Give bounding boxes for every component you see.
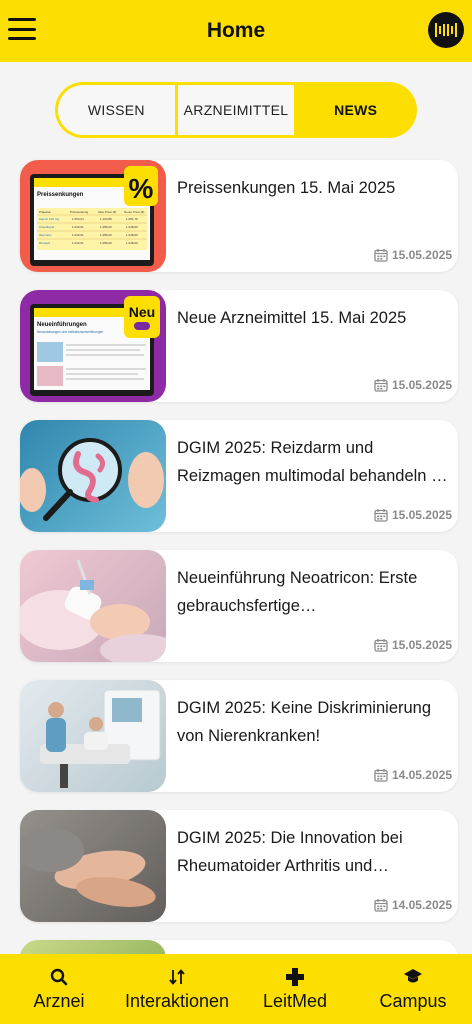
svg-text:1.048,00: 1.048,00 [126,225,138,229]
news-date: 15.05.2025 [374,508,452,522]
calendar-icon [374,379,388,392]
news-thumbnail [20,810,166,922]
graduation-cap-icon [404,968,422,982]
svg-text:1.086,00: 1.086,00 [100,241,112,245]
calendar-icon [374,899,388,912]
app-header: Home [0,0,472,62]
svg-text:Präparat: Präparat [39,210,51,214]
sound-wave-icon [435,23,457,37]
svg-text:Aspirin 100 mg: Aspirin 100 mg [39,217,59,221]
thumb-badge: Neu [129,304,155,320]
content-tabs: WISSEN ARZNEIMITTEL NEWS [55,82,417,138]
thumb-heading: Neueinführungen [37,322,87,328]
svg-text:Ibuprofen: Ibuprofen [39,233,52,237]
search-icon [50,968,68,985]
svg-text:1.042,01: 1.042,01 [72,241,84,245]
calendar-icon [374,639,388,652]
svg-text:Neuzulassungen und Indikations: Neuzulassungen und Indikationserweiterun… [37,330,104,334]
svg-text:1.042,01: 1.042,01 [72,225,84,229]
svg-text:1.086,00: 1.086,00 [100,233,112,237]
news-thumbnail: % Preissenkungen Präparat Preissenkung A… [20,160,166,272]
news-item[interactable]: % Preissenkungen Präparat Preissenkung A… [20,160,458,272]
news-title: Preissenkungen 15. Mai 2025 [177,179,396,197]
swap-arrows-icon [169,968,185,985]
nav-label: Arznei [33,990,85,1011]
tab-news[interactable]: NEWS [297,85,414,135]
news-item[interactable]: Neu Neueinführungen Neuzulassungen und I… [20,290,458,402]
hamburger-menu-icon[interactable] [8,18,36,40]
news-item[interactable]: DGIM 2025: Die Innovation bei Rheumatoid… [20,810,458,922]
news-title: Neue Arzneimittel 15. Mai 2025 [177,309,407,327]
medical-cross-icon [286,967,304,986]
news-date: 15.05.2025 [374,378,452,392]
news-date: 15.05.2025 [374,638,452,652]
svg-text:1.042,01: 1.042,01 [72,233,84,237]
news-item[interactable]: DGIM 2025: Keine Diskriminierung von Nie… [20,680,458,792]
news-thumbnail [20,420,166,532]
news-item[interactable]: Neueinführung Neoatricon: Erste gebrauch… [20,550,458,662]
calendar-icon [374,249,388,262]
page-title: Home [206,19,266,42]
news-title: DGIM 2025: Keine Diskriminierung von Nie… [177,699,432,745]
tab-wissen[interactable]: WISSEN [58,85,175,135]
svg-text:Ramipril: Ramipril [39,241,50,245]
profile-avatar-button[interactable] [428,12,464,48]
news-thumbnail: Neu Neueinführungen Neuzulassungen und I… [20,290,166,402]
news-date: 14.05.2025 [374,898,452,912]
nav-label: Interaktionen [124,990,230,1011]
svg-text:Neuer Preis (€): Neuer Preis (€) [124,210,144,214]
nav-interaktionen[interactable]: Interaktionen [118,954,236,1024]
svg-text:1.048,00: 1.048,00 [126,233,138,237]
news-thumbnail [20,550,166,662]
svg-text:1.054,04: 1.054,04 [72,217,84,221]
news-item[interactable]: DGIM 2025: Reizdarm und Reizmagen multim… [20,420,458,532]
svg-text:Clopidogrel: Clopidogrel [39,225,55,229]
calendar-icon [374,769,388,782]
svg-text:1.163,89: 1.163,89 [100,217,112,221]
news-title: DGIM 2025: Die Innovation bei Rheumatoid… [177,829,403,875]
tab-arzneimittel[interactable]: ARZNEIMITTEL [177,85,295,135]
news-thumbnail [20,680,166,792]
bottom-navigation: Arznei Interaktionen LeitMed Campus [0,954,472,1024]
svg-text:Preissenkung: Preissenkung [70,210,89,214]
news-title: Neueinführung Neoatricon: Erste gebrauch… [177,569,418,615]
thumb-badge: % [129,173,154,204]
svg-text:Alter Preis (€): Alter Preis (€) [98,210,116,214]
nav-leitmed[interactable]: LeitMed [236,954,354,1024]
svg-text:1.081,76: 1.081,76 [126,217,138,221]
nav-label: LeitMed [262,990,328,1011]
thumb-heading: Preissenkungen [37,192,84,198]
news-date: 15.05.2025 [374,248,452,262]
nav-arznei[interactable]: Arznei [0,954,118,1024]
svg-text:1.086,00: 1.086,00 [100,225,112,229]
nav-campus[interactable]: Campus [354,954,472,1024]
news-title: DGIM 2025: Reizdarm und Reizmagen multim… [177,439,441,485]
svg-text:1.048,00: 1.048,00 [126,241,138,245]
news-date: 14.05.2025 [374,768,452,782]
calendar-icon [374,509,388,522]
nav-label: Campus [379,990,447,1011]
